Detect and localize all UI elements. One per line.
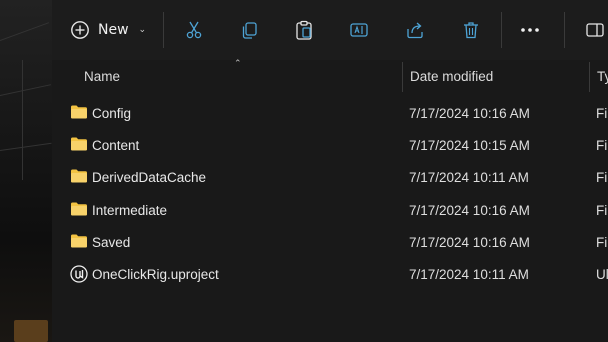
cut-icon <box>184 20 204 40</box>
file-explorer-window: New ⌄ ⌃ Name Date modified Ty Config 7/1… <box>52 0 608 342</box>
view-button[interactable] <box>584 12 608 48</box>
new-button-label: New <box>98 22 129 38</box>
rename-icon <box>349 20 369 40</box>
share-button[interactable] <box>399 12 431 48</box>
new-button[interactable]: New ⌄ <box>64 12 148 48</box>
file-date: 7/17/2024 10:16 AM <box>409 235 530 250</box>
file-date: 7/17/2024 10:15 AM <box>409 138 530 153</box>
file-name: Content <box>92 138 140 153</box>
desktop-object <box>14 320 48 342</box>
chevron-down-icon: ⌄ <box>138 25 147 35</box>
more-icon <box>519 20 541 40</box>
file-date: 7/17/2024 10:11 AM <box>409 170 529 185</box>
paste-icon <box>294 20 314 40</box>
file-type: Fi <box>596 138 608 153</box>
toolbar-separator <box>501 12 502 48</box>
file-row[interactable]: OneClickRig.uproject 7/17/2024 10:11 AM … <box>52 259 608 291</box>
delete-button[interactable] <box>455 12 487 48</box>
delete-icon <box>461 20 481 40</box>
file-row[interactable]: Config 7/17/2024 10:16 AM Fi <box>52 98 608 130</box>
file-type: Fi <box>596 170 608 185</box>
toolbar-separator <box>163 12 164 48</box>
column-header-row: ⌃ Name Date modified Ty <box>52 59 608 94</box>
plus-circle-icon <box>70 20 90 40</box>
column-header-type[interactable]: Ty <box>597 60 608 94</box>
file-type: Fi <box>596 203 608 218</box>
unreal-project-icon <box>70 265 88 287</box>
sort-ascending-icon: ⌃ <box>234 59 242 69</box>
cut-button[interactable] <box>178 12 210 48</box>
file-name: Config <box>92 106 132 121</box>
file-row[interactable]: Saved 7/17/2024 10:16 AM Fi <box>52 227 608 259</box>
toolbar-separator <box>564 12 565 48</box>
file-type: Ul <box>596 267 608 282</box>
file-type: Fi <box>596 235 608 250</box>
share-icon <box>405 20 425 40</box>
column-header-name[interactable]: Name <box>84 60 120 94</box>
folder-icon <box>70 136 88 156</box>
rename-button[interactable] <box>343 12 375 48</box>
file-row[interactable]: DerivedDataCache 7/17/2024 10:11 AM Fi <box>52 162 608 194</box>
more-button[interactable] <box>514 12 546 48</box>
paste-button[interactable] <box>288 12 320 48</box>
file-name: OneClickRig.uproject <box>92 267 219 282</box>
file-date: 7/17/2024 10:16 AM <box>409 106 530 121</box>
file-date: 7/17/2024 10:11 AM <box>409 267 529 282</box>
folder-icon <box>70 104 88 124</box>
file-name: Intermediate <box>92 203 168 218</box>
file-row[interactable]: Content 7/17/2024 10:15 AM Fi <box>52 130 608 162</box>
copy-button[interactable] <box>233 12 265 48</box>
folder-icon <box>70 201 88 221</box>
file-name: DerivedDataCache <box>92 170 207 185</box>
view-icon <box>584 20 604 40</box>
copy-icon <box>239 20 259 40</box>
folder-icon <box>70 168 88 188</box>
command-bar: New ⌄ <box>52 0 608 60</box>
column-header-date-modified[interactable]: Date modified <box>410 60 493 94</box>
column-divider[interactable] <box>402 62 403 92</box>
file-type: Fi <box>596 106 608 121</box>
desktop-background <box>0 0 52 342</box>
file-name: Saved <box>92 235 131 250</box>
file-date: 7/17/2024 10:16 AM <box>409 203 530 218</box>
file-row[interactable]: Intermediate 7/17/2024 10:16 AM Fi <box>52 195 608 227</box>
column-divider[interactable] <box>589 62 590 92</box>
folder-icon <box>70 233 88 253</box>
